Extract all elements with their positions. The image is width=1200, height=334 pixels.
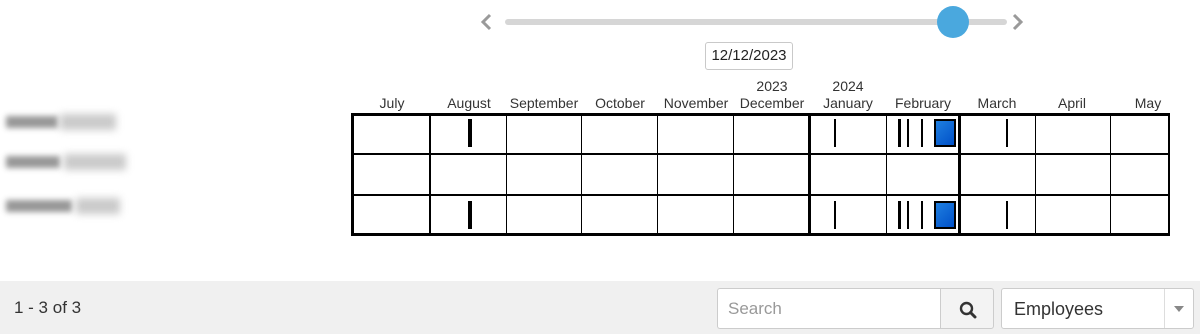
event-marker[interactable] [1006, 119, 1008, 147]
employee-name[interactable] [6, 196, 136, 216]
timeline-cell[interactable] [351, 113, 430, 154]
timeline-cell[interactable] [657, 113, 733, 154]
timeline-grid [351, 113, 1170, 236]
timeline-cell[interactable] [1035, 113, 1110, 154]
event-marker[interactable] [898, 201, 901, 229]
search-input[interactable] [717, 288, 941, 329]
timeline-cell[interactable] [581, 154, 657, 195]
timeline-cell[interactable] [351, 195, 430, 236]
event-marker[interactable] [921, 119, 923, 147]
timeline-cell[interactable] [733, 113, 809, 154]
slider-track[interactable] [505, 6, 1007, 38]
timeline-cell[interactable] [1110, 154, 1170, 195]
slider-handle[interactable] [937, 6, 970, 38]
month-header: July August September October November 2023 De… [0, 78, 1200, 114]
event-block[interactable] [934, 201, 956, 229]
search-button[interactable] [940, 288, 994, 329]
event-marker[interactable] [468, 119, 472, 147]
event-marker[interactable] [898, 119, 901, 147]
timeline-cell[interactable] [1035, 154, 1110, 195]
timeline-cell[interactable] [1110, 113, 1170, 154]
employee-name[interactable] [6, 152, 136, 172]
timeline-cell[interactable] [809, 113, 886, 154]
timeline-cell[interactable] [733, 154, 809, 195]
year-label [1103, 78, 1193, 94]
selected-date: 12/12/2023 [705, 42, 793, 70]
event-marker[interactable] [1006, 201, 1008, 229]
timeline-cell[interactable] [657, 195, 733, 236]
search-group [717, 288, 994, 329]
chevron-right-icon[interactable] [1010, 11, 1026, 33]
employee-name[interactable] [6, 112, 136, 132]
event-marker[interactable] [907, 201, 909, 229]
search-icon [959, 301, 977, 319]
timeline-cell[interactable] [1035, 195, 1110, 236]
timeline-cell[interactable] [809, 195, 886, 236]
view-select[interactable]: Employees [1001, 288, 1194, 329]
timeline-cell[interactable] [959, 195, 1035, 236]
timeline-cell[interactable] [351, 154, 430, 195]
timeline-cell[interactable] [1110, 195, 1170, 236]
month-name: May [1134, 95, 1162, 111]
date-slider[interactable] [478, 6, 1028, 38]
timeline-cell[interactable] [959, 154, 1035, 195]
pagination-range: 1 - 3 of 3 [14, 298, 82, 317]
timeline-cell[interactable] [581, 113, 657, 154]
footer-bar: 1 - 3 of 3 Employees [0, 281, 1200, 334]
timeline-cell[interactable] [506, 154, 581, 195]
timeline-cell[interactable] [886, 154, 959, 195]
select-toggle[interactable] [1164, 289, 1193, 328]
view-select-value: Employees [1014, 299, 1104, 319]
timeline-cell[interactable] [581, 195, 657, 236]
timeline-cell[interactable] [809, 154, 886, 195]
timeline-cell[interactable] [733, 195, 809, 236]
chevron-down-icon [1174, 306, 1184, 312]
chevron-left-icon[interactable] [478, 11, 494, 33]
event-block[interactable] [934, 119, 956, 147]
timeline-cell[interactable] [506, 195, 581, 236]
timeline-cell[interactable] [506, 113, 581, 154]
timeline-cell[interactable] [430, 154, 506, 195]
month-label: May [1103, 78, 1193, 112]
event-marker[interactable] [834, 119, 836, 147]
event-marker[interactable] [921, 201, 923, 229]
timeline-cell[interactable] [959, 113, 1035, 154]
event-marker[interactable] [468, 201, 472, 229]
event-marker[interactable] [834, 201, 836, 229]
timeline-cell[interactable] [657, 154, 733, 195]
event-marker[interactable] [907, 119, 909, 147]
